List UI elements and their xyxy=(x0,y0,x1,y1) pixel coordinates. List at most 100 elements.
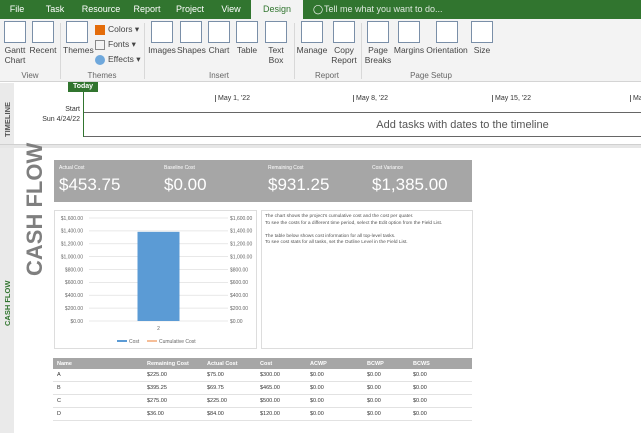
copy-report-icon xyxy=(333,21,355,43)
orientation-icon xyxy=(436,21,458,43)
table-row[interactable]: A $225.00 $75.00 $300.00 $0.00 $0.00 $0.00 xyxy=(53,369,472,383)
col-acwp: ACWP xyxy=(306,358,363,369)
table-header-row: Name Remaining Cost Actual Cost Cost ACW… xyxy=(53,358,472,369)
table-cell: $0.00 xyxy=(409,369,472,383)
table-cell: $225.00 xyxy=(203,394,256,408)
page-breaks-icon xyxy=(367,21,389,43)
kpi-label: Actual Cost xyxy=(59,165,85,171)
col-actual-cost: Actual Cost xyxy=(203,358,256,369)
margins-icon xyxy=(398,21,420,43)
table-cell: $225.00 xyxy=(143,369,203,383)
manage-button[interactable]: Manage xyxy=(296,21,328,55)
y2-tick-label: $400.00 xyxy=(230,293,248,299)
timeline-tick: Ma xyxy=(630,95,641,102)
text-box-button[interactable]: Text Box xyxy=(264,21,288,65)
ribbon-tabs: File Task Resource Report Project View D… xyxy=(0,0,641,19)
tab-task[interactable]: Task xyxy=(40,0,70,19)
table-row[interactable]: D $36.00 $84.00 $120.00 $0.00 $0.00 $0.00 xyxy=(53,407,472,421)
table-cell: $36.00 xyxy=(143,407,203,421)
shapes-button[interactable]: Shapes xyxy=(177,21,206,55)
kpi-value: $453.75 xyxy=(59,175,121,194)
table-row[interactable]: C $275.00 $225.00 $500.00 $0.00 $0.00 $0.00 xyxy=(53,394,472,408)
kpi-label: Baseline Cost xyxy=(164,165,195,171)
y2-tick-label: $1,400.00 xyxy=(230,229,252,235)
colors-button[interactable]: Colors ▾ xyxy=(95,23,139,35)
table-cell: $0.00 xyxy=(409,381,472,396)
kpi-label: Remaining Cost xyxy=(268,165,304,171)
y-tick-label: $200.00 xyxy=(65,306,83,312)
tell-me-input[interactable]: Tell me what you want to do... xyxy=(324,0,444,19)
note-line: To see cost stats for all tasks, set the… xyxy=(265,240,408,245)
gantt-chart-button[interactable]: Gantt Chart xyxy=(1,21,29,65)
pane-divider[interactable] xyxy=(0,144,641,148)
table-cell: A xyxy=(53,369,143,383)
table-cell: $0.00 xyxy=(306,381,363,396)
timeline-label: TIMELINE xyxy=(3,102,12,137)
themes-icon xyxy=(66,21,88,43)
cost-table[interactable]: Name Remaining Cost Actual Cost Cost ACW… xyxy=(53,358,472,421)
y-tick-label: $1,200.00 xyxy=(61,242,83,248)
ribbon: Gantt Chart Recent View Themes Colors ▾ … xyxy=(0,19,641,82)
orientation-button[interactable]: Orientation xyxy=(425,21,469,55)
text-box-icon xyxy=(265,21,287,43)
effects-icon xyxy=(95,54,105,65)
cost-chart[interactable]: $0.00 $0.00 $200.00 $200.00 $400.00 $400.00 $6… xyxy=(54,210,257,349)
table-cell: $120.00 xyxy=(256,407,306,421)
note-textbox[interactable]: The chart shows the project's cumulative… xyxy=(261,210,473,349)
view-label: CASH FLOW xyxy=(3,280,12,326)
col-remaining-cost: Remaining Cost xyxy=(143,358,203,369)
kpi-panel[interactable]: Actual Cost $453.75 Baseline Cost $0.00 … xyxy=(54,160,472,202)
group-label-report: Report xyxy=(314,71,339,80)
tab-report[interactable]: Report xyxy=(130,0,164,19)
margins-button[interactable]: Margins xyxy=(392,21,426,55)
kpi-value: $931.25 xyxy=(268,175,330,194)
timeline-bar[interactable]: Add tasks with dates to the timeline xyxy=(84,112,641,137)
table-cell: $0.00 xyxy=(409,394,472,408)
table-cell: $395.25 xyxy=(143,381,203,396)
table-cell: $0.00 xyxy=(306,369,363,383)
tab-resource[interactable]: Resource xyxy=(78,0,124,19)
table-row[interactable]: B $395.25 $69.75 $465.00 $0.00 $0.00 $0.00 xyxy=(53,381,472,396)
y-tick-label: $400.00 xyxy=(65,293,83,299)
table-cell: $0.00 xyxy=(363,394,409,408)
chart-button[interactable]: Chart xyxy=(206,21,232,55)
col-bcwp: BCWP xyxy=(363,358,409,369)
y2-tick-label: $1,600.00 xyxy=(230,216,252,222)
effects-button[interactable]: Effects ▾ xyxy=(95,53,140,65)
y2-tick-label: $1,200.00 xyxy=(230,242,252,248)
group-label-view: View xyxy=(21,71,39,80)
table-cell: $0.00 xyxy=(409,407,472,421)
size-button[interactable]: Size xyxy=(470,21,494,55)
report-title: CASH FLOW xyxy=(22,142,47,276)
chart-svg: $0.00 $0.00 $200.00 $200.00 $400.00 $400.00 $6… xyxy=(61,216,253,345)
today-marker: Today xyxy=(68,82,98,92)
tab-file[interactable]: File xyxy=(0,0,34,19)
fonts-button[interactable]: Fonts ▾ xyxy=(95,38,136,50)
themes-button[interactable]: Themes xyxy=(63,21,94,55)
recent-button[interactable]: Recent xyxy=(29,21,57,55)
y2-tick-label: $200.00 xyxy=(230,306,248,312)
start-label: Start xyxy=(65,106,80,113)
lightbulb-icon: ◯ xyxy=(312,4,324,14)
images-icon xyxy=(151,21,173,43)
start-date: Sun 4/24/22 xyxy=(42,116,80,123)
table-button[interactable]: Table xyxy=(234,21,260,55)
col-bcws: BCWS xyxy=(409,358,472,369)
tab-view[interactable]: View xyxy=(216,0,246,19)
y-tick-label: $0.00 xyxy=(70,319,83,325)
y-tick-label: $800.00 xyxy=(65,267,83,273)
images-button[interactable]: Images xyxy=(147,21,177,55)
tab-project[interactable]: Project xyxy=(170,0,210,19)
table-cell: C xyxy=(53,394,143,408)
group-label-insert: Insert xyxy=(208,71,229,80)
y-tick-label: $600.00 xyxy=(65,280,83,286)
table-cell: $465.00 xyxy=(256,381,306,396)
table-cell: $0.00 xyxy=(363,369,409,383)
table-cell: $0.00 xyxy=(363,381,409,396)
gantt-icon xyxy=(4,21,26,43)
timeline-tick: May 1, '22 xyxy=(215,95,250,102)
manage-icon xyxy=(301,21,323,43)
tab-design[interactable]: Design xyxy=(251,0,303,19)
copy-report-button[interactable]: Copy Report xyxy=(330,21,358,65)
page-breaks-button[interactable]: Page Breaks xyxy=(364,21,392,65)
